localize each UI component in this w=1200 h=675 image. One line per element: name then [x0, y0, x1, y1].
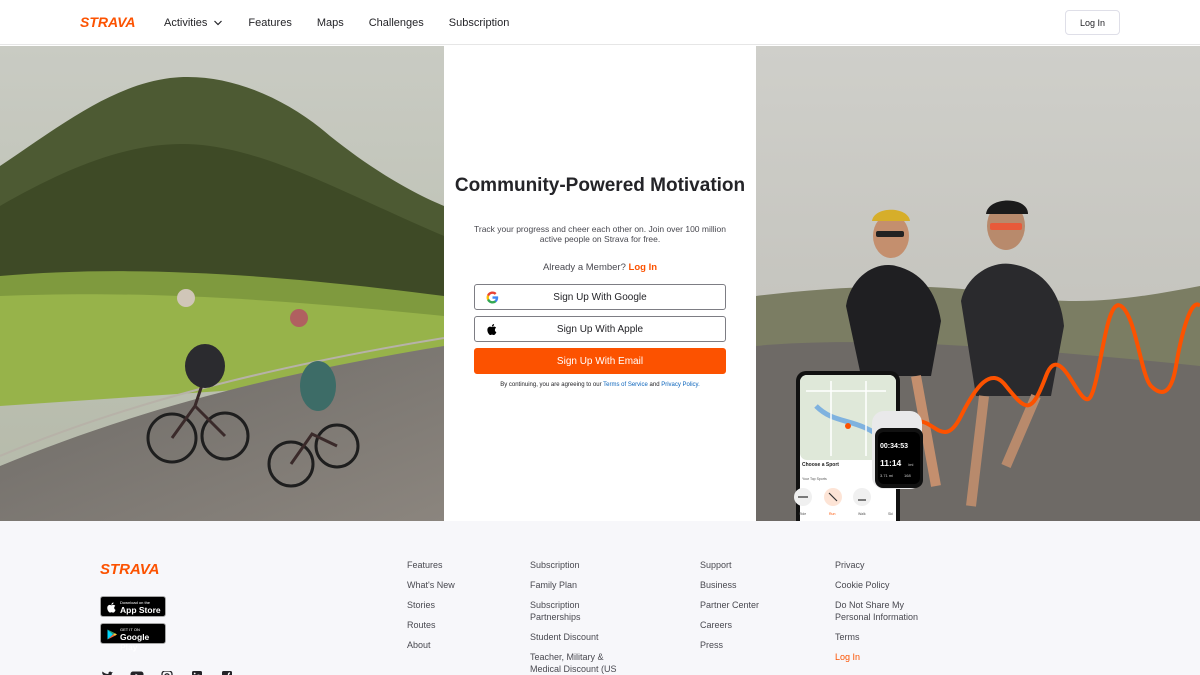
twitter-icon[interactable]: [100, 668, 114, 675]
nav-subscription-label: Subscription: [448, 16, 510, 29]
app-store-big-text: App Store: [120, 605, 161, 615]
svg-text:/mi: /mi: [908, 462, 913, 467]
nav-maps[interactable]: Maps: [317, 17, 344, 29]
footer-link-careers[interactable]: Careers: [700, 619, 759, 631]
youtube-icon[interactable]: [130, 668, 144, 675]
svg-text:Your Top Sports: Your Top Sports: [802, 477, 827, 481]
signup-apple-label: Sign Up With Apple: [556, 323, 644, 335]
nav-activities-label: Activities: [164, 16, 208, 29]
linkedin-icon[interactable]: [190, 668, 204, 675]
svg-text:168: 168: [904, 473, 911, 478]
nav-features-label: Features: [248, 16, 292, 29]
google-play-icon: [107, 629, 117, 640]
footer-link-press[interactable]: Press: [700, 639, 759, 651]
main-nav: Activities Features Maps Challenges Subs…: [164, 0, 534, 45]
terms-and: and: [649, 382, 660, 388]
svg-text:Ride: Ride: [799, 512, 806, 516]
footer-column-4: Privacy Cookie Policy Do Not Share My Pe…: [835, 559, 945, 663]
svg-text:Ski: Ski: [888, 512, 893, 516]
nav-maps-label: Maps: [316, 16, 344, 29]
footer-link-cookie-policy[interactable]: Cookie Policy: [835, 579, 945, 591]
footer-link-support[interactable]: Support: [700, 559, 759, 571]
hero-section: Community-Powered Motivation Track your …: [0, 46, 1200, 521]
terms-notice: By continuing, you are agreeing to our T…: [444, 382, 756, 388]
cyclists-photo: [0, 46, 444, 521]
signup-email-label: Sign Up With Email: [556, 355, 644, 367]
privacy-policy-link[interactable]: Privacy Policy.: [661, 382, 700, 388]
svg-text:STRAVA: STRAVA: [100, 561, 159, 576]
google-play-badge[interactable]: GET IT ON Google Play: [100, 623, 166, 652]
svg-text:00:34:53: 00:34:53: [880, 443, 908, 450]
nav-challenges-label: Challenges: [368, 16, 424, 29]
signup-email-button[interactable]: Sign Up With Email: [474, 348, 726, 374]
footer-link-about[interactable]: About: [407, 639, 455, 651]
instagram-icon[interactable]: [160, 668, 174, 675]
header-login-button[interactable]: Log In: [1065, 10, 1120, 35]
signup-apple-button[interactable]: Sign Up With Apple: [474, 316, 726, 342]
member-login-link[interactable]: Log In: [629, 262, 658, 273]
hero-subtitle: Track your progress and cheer each other…: [474, 224, 726, 244]
svg-text:Run: Run: [829, 512, 835, 516]
apple-icon: [107, 602, 116, 613]
signup-google-button[interactable]: Sign Up With Google: [474, 284, 726, 310]
terms-of-service-link[interactable]: Terms of Service: [603, 382, 648, 388]
nav-challenges[interactable]: Challenges: [369, 17, 424, 29]
footer-link-subscription-partnerships[interactable]: Subscription Partnerships: [530, 599, 600, 623]
signup-google-label: Sign Up With Google: [553, 291, 647, 303]
footer-link-partner-center[interactable]: Partner Center: [700, 599, 759, 611]
svg-text:3.71 mi: 3.71 mi: [880, 473, 893, 478]
nav-subscription[interactable]: Subscription: [449, 17, 510, 29]
footer-link-do-not-share[interactable]: Do Not Share My Personal Information: [835, 599, 925, 623]
signup-panel: Community-Powered Motivation Track your …: [444, 46, 756, 521]
footer-link-login[interactable]: Log In: [835, 651, 945, 663]
member-text: Already a Member?: [542, 262, 626, 273]
footer-column-3: Support Business Partner Center Careers …: [700, 559, 759, 651]
member-prompt: Already a Member? Log In: [444, 262, 756, 273]
apple-icon: [487, 324, 497, 336]
app-store-badge[interactable]: Download on the App Store: [100, 596, 166, 617]
footer-link-terms[interactable]: Terms: [835, 631, 945, 643]
terms-prefix: By continuing, you are agreeing to our: [500, 382, 602, 388]
footer-strava-logo[interactable]: STRAVA: [100, 561, 173, 576]
strava-logo[interactable]: STRAVA: [80, 14, 140, 30]
footer-link-features[interactable]: Features: [407, 559, 455, 571]
footer-link-family-plan[interactable]: Family Plan: [530, 579, 640, 591]
footer-link-stories[interactable]: Stories: [407, 599, 455, 611]
footer-link-privacy[interactable]: Privacy: [835, 559, 945, 571]
svg-text:Walk: Walk: [858, 512, 866, 516]
footer-column-2: Subscription Family Plan Subscription Pa…: [530, 559, 640, 675]
google-icon: [486, 291, 499, 304]
footer-link-business[interactable]: Business: [700, 579, 759, 591]
site-footer: STRAVA Download on the App Store GET IT …: [0, 521, 1200, 675]
footer-link-student-discount[interactable]: Student Discount: [530, 631, 640, 643]
footer-link-whats-new[interactable]: What's New: [407, 579, 455, 591]
social-links: [100, 668, 250, 675]
footer-link-teacher-discount[interactable]: Teacher, Military & Medical Discount (US: [530, 651, 625, 675]
svg-text:Choose a Sport: Choose a Sport: [802, 462, 839, 468]
nav-features[interactable]: Features: [248, 17, 291, 29]
nav-activities[interactable]: Activities: [164, 17, 223, 29]
chevron-down-icon: [214, 20, 223, 25]
watch-mockup: 00:34:53 11:14 /mi 3.71 mi 168: [872, 411, 923, 489]
facebook-icon[interactable]: [220, 668, 234, 675]
svg-text:STRAVA: STRAVA: [80, 14, 135, 30]
google-play-big-text: Google Play: [120, 632, 150, 652]
footer-column-1: Features What's New Stories Routes About: [407, 559, 455, 651]
svg-text:11:14: 11:14: [880, 458, 902, 468]
runners-photo: Choose a Sport Your Top Sports Ride Run …: [756, 46, 1200, 521]
hero-title: Community-Powered Motivation: [454, 175, 746, 196]
site-header: STRAVA Activities Features Maps Challeng…: [0, 0, 1200, 45]
footer-link-routes[interactable]: Routes: [407, 619, 455, 631]
footer-link-subscription[interactable]: Subscription: [530, 559, 640, 571]
